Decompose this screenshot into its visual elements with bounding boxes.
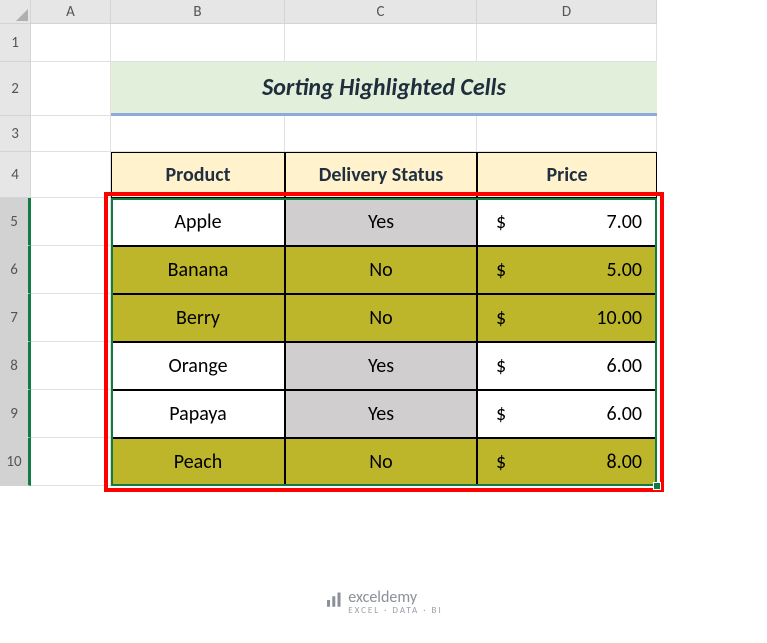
- product-label: Banana: [168, 258, 229, 282]
- row-header-2[interactable]: 2: [0, 62, 31, 116]
- cell-d7[interactable]: $10.00: [477, 294, 657, 342]
- col-header-a[interactable]: A: [31, 0, 111, 24]
- cell-a3[interactable]: [31, 116, 111, 152]
- product-label: Papaya: [169, 402, 227, 426]
- cell-d9[interactable]: $6.00: [477, 390, 657, 438]
- status-label: No: [369, 450, 392, 474]
- cell-c10[interactable]: No: [285, 438, 477, 486]
- product-label: Berry: [176, 306, 220, 330]
- watermark: exceldemy EXCEL · DATA · BI: [324, 590, 442, 615]
- cell-c5[interactable]: Yes: [285, 198, 477, 246]
- cell-c6[interactable]: No: [285, 246, 477, 294]
- cell-c7[interactable]: No: [285, 294, 477, 342]
- watermark-brand: exceldemy: [348, 590, 442, 606]
- price-label: 6.00: [607, 354, 642, 378]
- chart-icon: [324, 591, 342, 614]
- cell-a8[interactable]: [31, 342, 111, 390]
- cell-a1[interactable]: [31, 24, 111, 62]
- th-status[interactable]: Delivery Status: [285, 152, 477, 198]
- select-all-corner[interactable]: [0, 0, 31, 24]
- cell-b3[interactable]: [111, 116, 285, 152]
- cell-c9[interactable]: Yes: [285, 390, 477, 438]
- cell-c8[interactable]: Yes: [285, 342, 477, 390]
- price-label: 7.00: [607, 210, 642, 234]
- row-header-3[interactable]: 3: [0, 116, 31, 152]
- cell-c1[interactable]: [285, 24, 477, 62]
- price-label: 8.00: [607, 450, 642, 474]
- cell-a7[interactable]: [31, 294, 111, 342]
- cell-d3[interactable]: [477, 116, 657, 152]
- watermark-tag: EXCEL · DATA · BI: [348, 606, 442, 615]
- cell-a2[interactable]: [31, 62, 111, 116]
- col-header-d[interactable]: D: [477, 0, 657, 24]
- cell-b6[interactable]: Banana: [111, 246, 285, 294]
- status-label: No: [369, 306, 392, 330]
- status-label: Yes: [368, 354, 394, 378]
- product-label: Orange: [168, 354, 227, 378]
- cell-d1[interactable]: [477, 24, 657, 62]
- cell-a5[interactable]: [31, 198, 111, 246]
- currency-label: $: [496, 402, 506, 426]
- cell-b8[interactable]: Orange: [111, 342, 285, 390]
- cell-b9[interactable]: Papaya: [111, 390, 285, 438]
- cell-b5[interactable]: Apple: [111, 198, 285, 246]
- currency-label: $: [496, 258, 506, 282]
- col-header-b[interactable]: B: [111, 0, 285, 24]
- title-cell[interactable]: Sorting Highlighted Cells: [111, 62, 657, 116]
- currency-label: $: [496, 450, 506, 474]
- price-label: 6.00: [607, 402, 642, 426]
- spreadsheet-grid: A B C D 1 2 Sorting Highlighted Cells 3 …: [0, 0, 767, 486]
- currency-label: $: [496, 306, 506, 330]
- row-header-6[interactable]: 6: [0, 246, 31, 294]
- cell-b7[interactable]: Berry: [111, 294, 285, 342]
- col-header-c[interactable]: C: [285, 0, 477, 24]
- cell-a9[interactable]: [31, 390, 111, 438]
- fill-handle[interactable]: [653, 482, 661, 490]
- cell-d10[interactable]: $8.00: [477, 438, 657, 486]
- row-header-9[interactable]: 9: [0, 390, 31, 438]
- row-header-10[interactable]: 10: [0, 438, 31, 486]
- cell-a6[interactable]: [31, 246, 111, 294]
- currency-label: $: [496, 354, 506, 378]
- status-label: Yes: [368, 210, 394, 234]
- status-label: Yes: [368, 402, 394, 426]
- cell-d6[interactable]: $5.00: [477, 246, 657, 294]
- cell-c3[interactable]: [285, 116, 477, 152]
- row-header-7[interactable]: 7: [0, 294, 31, 342]
- row-header-8[interactable]: 8: [0, 342, 31, 390]
- cell-d5[interactable]: $7.00: [477, 198, 657, 246]
- price-label: 5.00: [607, 258, 642, 282]
- row-header-1[interactable]: 1: [0, 24, 31, 62]
- row-header-5[interactable]: 5: [0, 198, 31, 246]
- cell-a4[interactable]: [31, 152, 111, 198]
- price-label: 10.00: [596, 306, 642, 330]
- th-price[interactable]: Price: [477, 152, 657, 198]
- cell-b10[interactable]: Peach: [111, 438, 285, 486]
- product-label: Apple: [174, 210, 221, 234]
- status-label: No: [369, 258, 392, 282]
- cell-a10[interactable]: [31, 438, 111, 486]
- cell-d8[interactable]: $6.00: [477, 342, 657, 390]
- th-product[interactable]: Product: [111, 152, 285, 198]
- product-label: Peach: [174, 450, 222, 474]
- cell-b1[interactable]: [111, 24, 285, 62]
- currency-label: $: [496, 210, 506, 234]
- row-header-4[interactable]: 4: [0, 152, 31, 198]
